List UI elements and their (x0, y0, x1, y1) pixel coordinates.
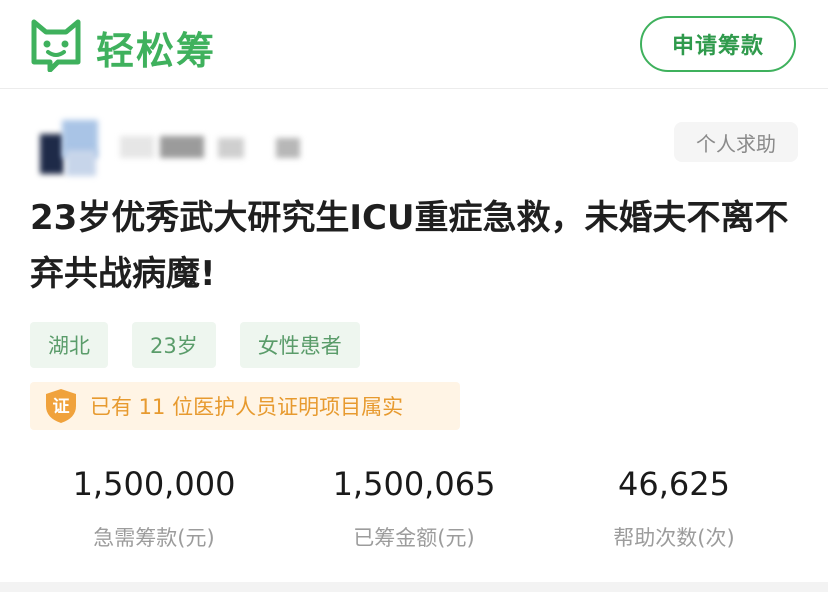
stat-value: 1,500,065 (332, 465, 496, 503)
brand-name[interactable]: 轻松筹 (96, 20, 216, 75)
tag-location: 湖北 (30, 322, 108, 368)
tag-gender: 女性患者 (239, 322, 360, 368)
stat-value: 1,500,000 (72, 465, 236, 503)
verification-text: 已有 11 位医护人员证明项目属实 (90, 395, 404, 419)
verification-banner[interactable]: 证 已有 11 位医护人员证明项目属实 (30, 382, 460, 430)
stat-label: 急需筹款(元) (93, 526, 215, 550)
apply-fundraising-button[interactable]: 申请筹款 (640, 16, 796, 72)
stat-target-amount: 1,500,000 急需筹款(元) (34, 462, 274, 552)
stat-label: 已筹金额(元) (353, 526, 475, 550)
stat-value: 46,625 (618, 465, 730, 503)
stat-raised-amount: 1,500,065 已筹金额(元) (294, 462, 534, 552)
verify-icon-text: 证 (53, 397, 70, 417)
section-divider (0, 582, 828, 592)
tag-age: 23岁 (132, 322, 216, 368)
project-title: 23岁优秀武大研究生ICU重症急救，未婚夫不离不弃共战病魔! (30, 198, 789, 294)
cat-face-logo-icon[interactable] (28, 16, 84, 72)
project-type-tag: 个人求助 (674, 122, 798, 162)
app-header: 轻松筹 申请筹款 (0, 0, 828, 89)
shield-badge-icon: 证 (44, 388, 78, 424)
stat-help-count: 46,625 帮助次数(次) (554, 462, 794, 552)
project-tags: 湖北 23岁 女性患者 (30, 322, 360, 368)
stat-label: 帮助次数(次) (613, 526, 735, 550)
